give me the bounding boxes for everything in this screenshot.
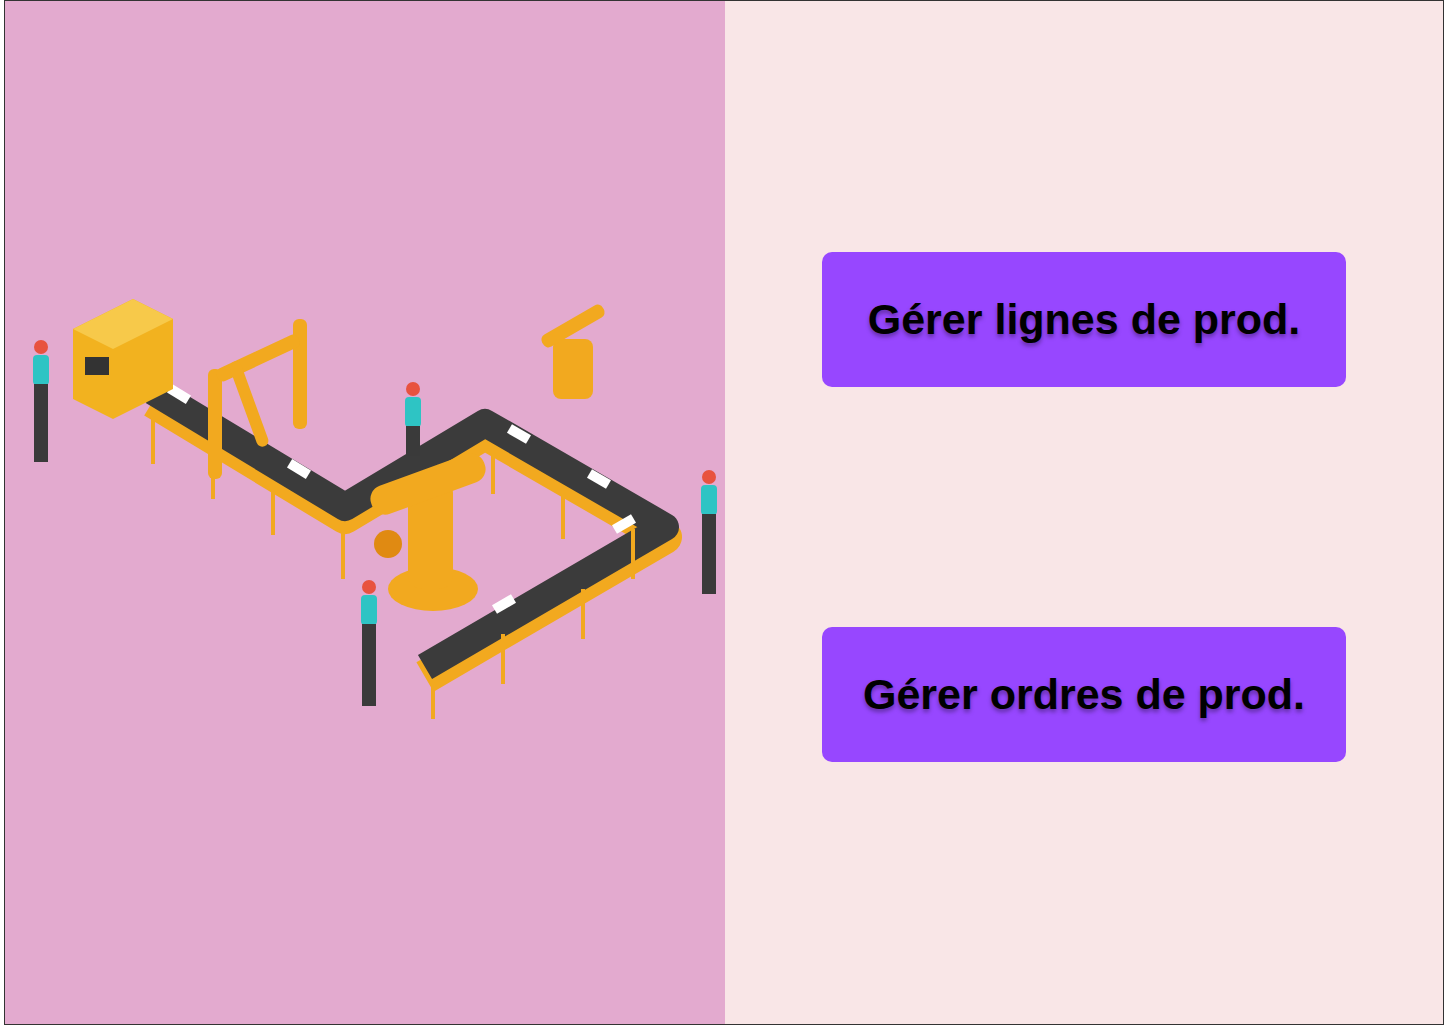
illustration-panel: [5, 1, 725, 1024]
production-button[interactable]: Gérer ordres de prod.: [822, 627, 1346, 762]
app-frame: Gérer lignes de prod. Gérer ordres de pro…: [4, 0, 1444, 1025]
button-label: Gérer lignes de prod.: [868, 287, 1301, 352]
factory-icon: [23, 289, 723, 729]
button-label: Gérer ordres de prod.: [863, 662, 1305, 727]
menu-panel: Gérer lignes de prod. Gérer ordres de pro…: [725, 1, 1443, 1024]
production-button[interactable]: Gérer lignes de prod.: [822, 252, 1346, 387]
